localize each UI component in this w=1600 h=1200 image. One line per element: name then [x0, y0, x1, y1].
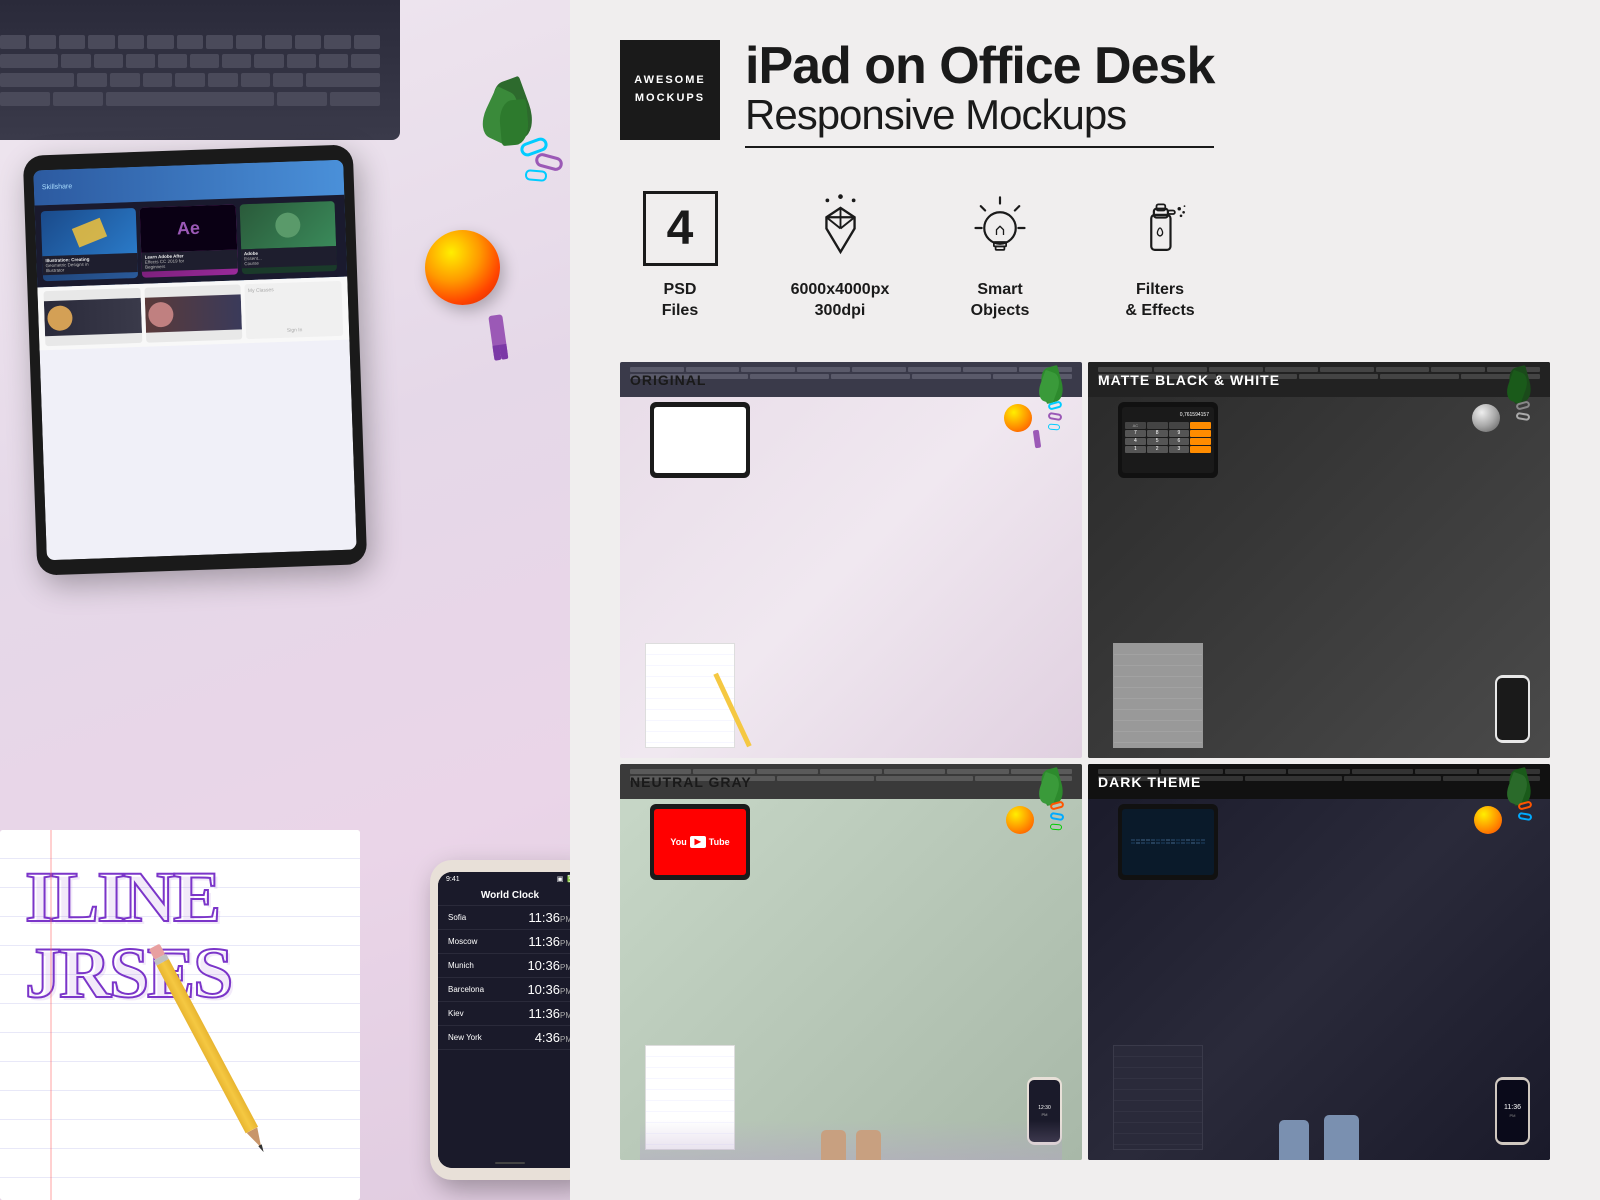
features-section: 4 PSD Files [620, 178, 1550, 332]
calculator-display: 0,761594157 [1125, 410, 1211, 420]
phone-statusbar: 9:41 ▣ 🔋 [438, 872, 570, 886]
time-newyork: 4:36PM [535, 1030, 570, 1045]
city-moscow: Moscow [448, 937, 477, 946]
keyboard [0, 0, 400, 140]
bulb-icon [960, 188, 1040, 268]
psd-number: 4 [643, 191, 718, 266]
preview-neutral: You ▶ Tube 12:30 PM [620, 764, 1082, 1160]
product-title-sub: Responsive Mockups [745, 92, 1214, 138]
product-header: AWESOME MOCKUPS iPad on Office Desk Resp… [620, 40, 1550, 148]
brand-logo: AWESOME MOCKUPS [620, 40, 720, 140]
preview-matte-label: MATTE BLACK & WHITE [1098, 372, 1280, 388]
time-munich: 10:36PM [527, 958, 570, 973]
feature-psd: 4 PSD Files [620, 188, 740, 322]
brand-name-line2: MOCKUPS [635, 90, 705, 108]
city-munich: Munich [448, 961, 474, 970]
rubber-band-ball [425, 230, 500, 305]
feature-smart-objects: Smart Objects [940, 188, 1060, 322]
resolution-label: 6000x4000px 300dpi [791, 280, 890, 322]
ipad-device: Skillshare Illustration: Creating Geomet… [23, 144, 367, 575]
city-sofia: Sofia [448, 913, 466, 922]
product-title-main: iPad on Office Desk [745, 40, 1214, 92]
time-sofia: 11:36PM [528, 910, 570, 925]
preview-matte: 0,761594157 AC 7 8 9 4 5 6 [1088, 362, 1550, 758]
preview-original-label: ORIGINAL [630, 372, 706, 388]
preview-grid: ORIGINAL 0,761594157 [620, 362, 1550, 1160]
product-info-panel: AWESOME MOCKUPS iPad on Office Desk Resp… [570, 0, 1600, 1200]
time-moscow: 11:36PM [528, 934, 570, 949]
time-kiev: 11:36PM [528, 1006, 570, 1021]
title-divider [745, 146, 1214, 148]
hero-image-panel: Skillshare Illustration: Creating Geomet… [0, 0, 570, 1200]
phone-app-title: World Clock [438, 886, 570, 906]
feature-resolution: 6000x4000px 300dpi [780, 188, 900, 322]
city-newyork: New York [448, 1033, 482, 1042]
diamond-icon [800, 188, 880, 268]
preview-dark-label: DARK THEME [1098, 774, 1201, 790]
product-title-block: iPad on Office Desk Responsive Mockups [745, 40, 1214, 148]
city-barcelona: Barcelona [448, 985, 484, 994]
psd-label: PSD Files [662, 280, 698, 322]
preview-neutral-label: NEUTRAL GRAY [630, 774, 752, 790]
brand-name-line1: AWESOME [634, 72, 705, 90]
feature-filters: Filters & Effects [1100, 188, 1220, 322]
smart-objects-label: Smart Objects [971, 280, 1030, 322]
iphone-device: 9:41 ▣ 🔋 World Clock Sofia 11:36PM [430, 860, 570, 1180]
city-kiev: Kiev [448, 1009, 464, 1018]
filters-label: Filters & Effects [1125, 280, 1194, 322]
psd-icon: 4 [640, 188, 720, 268]
desk-scene: Skillshare Illustration: Creating Geomet… [0, 0, 570, 1200]
preview-original: ORIGINAL [620, 362, 1082, 758]
notebook: ILINE JRSES [0, 830, 360, 1200]
filter-icon [1120, 188, 1200, 268]
time-barcelona: 10:36PM [527, 982, 570, 997]
preview-dark: 11:36 PM DARK THEME [1088, 764, 1550, 1160]
